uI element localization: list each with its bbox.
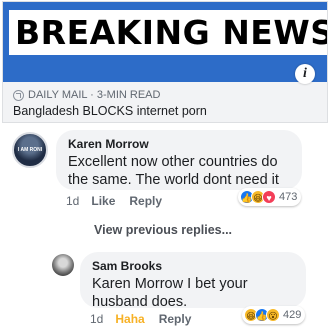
external-link-icon <box>13 89 24 101</box>
love-icon: ♥ <box>262 190 276 204</box>
comment-actions: 1d Like Reply <box>66 194 176 208</box>
link-preview-image[interactable]: BREAKING NEWS i <box>3 2 327 84</box>
wow-icon: 😮 <box>266 308 280 322</box>
reaction-count: 473 <box>279 191 298 203</box>
link-title[interactable]: Bangladesh BLOCKS internet porn <box>13 104 207 118</box>
like-button[interactable]: Like <box>91 194 115 208</box>
avatar[interactable] <box>52 254 74 276</box>
info-icon[interactable]: i <box>295 64 315 84</box>
link-source-text: DAILY MAIL · 3-MIN READ <box>28 89 161 101</box>
link-preview-card[interactable]: BREAKING NEWS i DAILY MAIL · 3-MIN READ … <box>2 1 328 123</box>
breaking-news-banner: BREAKING NEWS <box>9 10 327 55</box>
comment-time[interactable]: 1d <box>90 312 103 326</box>
comment-author[interactable]: Karen Morrow <box>68 136 290 152</box>
comment-text: Excellent now other countries do the sam… <box>68 154 279 188</box>
avatar[interactable]: I AM RONI <box>12 132 48 168</box>
comment-time[interactable]: 1d <box>66 194 79 208</box>
view-previous-replies-link[interactable]: View previous replies... <box>94 223 232 237</box>
comment-bubble: Karen Morrow Excellent now other countri… <box>56 130 302 190</box>
reaction-summary[interactable]: 😆 👍 😮 429 <box>242 306 306 324</box>
reaction-summary[interactable]: 👍 😆 ♥ 473 <box>238 188 302 206</box>
comment-bubble: Sam Brooks Karen Morrow I bet your husba… <box>80 252 306 310</box>
avatar-text: I AM RONI <box>17 147 43 153</box>
link-source: DAILY MAIL · 3-MIN READ <box>13 89 160 101</box>
reply-button[interactable]: Reply <box>129 194 162 208</box>
comment-actions: 1d Haha Reply <box>90 312 205 326</box>
reaction-count: 429 <box>283 309 302 321</box>
haha-reaction-button[interactable]: Haha <box>115 312 144 326</box>
reply-button[interactable]: Reply <box>159 312 192 326</box>
comment-author[interactable]: Sam Brooks <box>92 258 294 274</box>
